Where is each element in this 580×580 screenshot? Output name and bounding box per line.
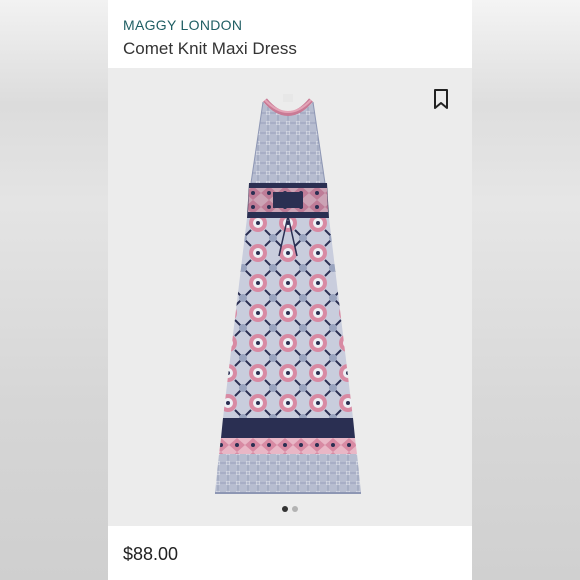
product-image-carousel[interactable] — [108, 68, 472, 526]
background-blur-right — [472, 0, 580, 580]
dress-image — [215, 94, 361, 494]
carousel-dot[interactable] — [292, 506, 298, 512]
bookmark-icon[interactable] — [432, 88, 450, 110]
product-title[interactable]: Comet Knit Maxi Dress — [123, 39, 297, 59]
carousel-dot-active[interactable] — [282, 506, 288, 512]
brand-name[interactable]: MAGGY LONDON — [123, 17, 242, 33]
carousel-pagination — [108, 506, 472, 512]
product-price: $88.00 — [123, 544, 179, 564]
product-card: MAGGY LONDON Comet Knit Maxi Dress $88.0… — [108, 0, 472, 580]
product-header: MAGGY LONDON Comet Knit Maxi Dress — [108, 0, 472, 68]
background-blur-left — [0, 0, 108, 580]
